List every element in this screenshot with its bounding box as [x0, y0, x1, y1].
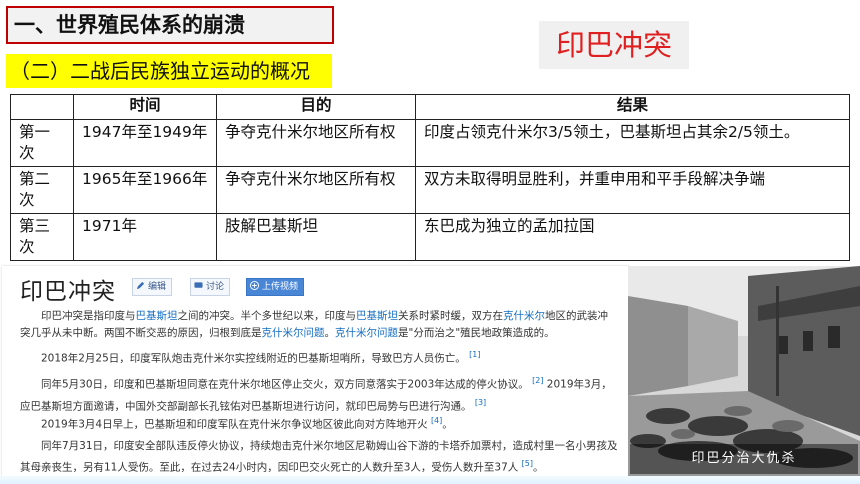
pencil-icon	[136, 281, 145, 290]
column-header-blank	[10, 94, 74, 120]
paragraph-2019-jul: 同年7月31日，印度安全部队违反停火协议，持续炮击克什米尔地区尼勒姆山谷下游的卡…	[20, 438, 618, 477]
row-time: 1971年	[73, 213, 217, 261]
photo-caption: 印巴分治大仇杀	[630, 444, 858, 474]
column-header-result: 结果	[415, 94, 850, 120]
table-header-row: 时间 目的 结果	[10, 94, 850, 120]
paragraph-intro: 印巴冲突是指印度与巴基斯坦之间的冲突。半个多世纪以来，印度与巴基斯坦关系时紧时缓…	[20, 308, 618, 342]
paragraph-2019-mar: 2019年3月4日早上，巴基斯坦和印度军队在克什米尔争议地区彼此向对方阵地开火 …	[20, 412, 618, 434]
text: 2019年3月4日早上，巴基斯坦和印度军队在克什米尔争议地区彼此向对方阵地开火	[41, 418, 428, 431]
row-label: 第一次	[10, 119, 74, 167]
text: 。	[442, 418, 453, 431]
reference-link[interactable]: [2]	[532, 376, 543, 385]
reference-link[interactable]: [1]	[469, 350, 480, 359]
text: 印巴冲突是指印度与	[41, 310, 136, 322]
row-label: 第二次	[10, 166, 74, 214]
banner-title: 印巴冲突	[539, 21, 689, 69]
upload-video-button[interactable]: 上传视频	[246, 278, 305, 296]
upload-label: 上传视频	[262, 282, 299, 292]
row-label: 第三次	[10, 213, 74, 261]
row-time: 1947年至1949年	[73, 119, 217, 167]
text: 同年5月30日，印度和巴基斯坦同意在克什米尔地区停止交火，双方同意落实于2003…	[41, 378, 529, 391]
edit-button[interactable]: 编辑	[132, 278, 173, 296]
conflict-table: 时间 目的 结果 第一次 1947年至1949年 争夺克什米尔地区所有权 印度占…	[10, 94, 850, 261]
link-kashmir-issue[interactable]: 克什米尔问题	[262, 327, 325, 339]
section-title: 一、世界殖民体系的崩溃	[6, 6, 334, 44]
text: 之间的冲突。半个多世纪以来，印度与	[177, 310, 357, 322]
row-time: 1965年至1966年	[73, 166, 217, 214]
reference-link[interactable]: [5]	[522, 459, 533, 468]
row-result: 双方未取得明显胜利，并重申用和平手段解决争端	[415, 166, 850, 214]
row-result: 东巴成为独立的孟加拉国	[415, 213, 850, 261]
plus-circle-icon	[250, 281, 259, 290]
edit-label: 编辑	[148, 282, 167, 292]
subtitle: （二）二战后民族独立运动的概况	[6, 54, 332, 88]
text: 。	[532, 461, 544, 474]
row-goal: 争夺克什米尔地区所有权	[216, 166, 416, 214]
encyclopedia-excerpt: 印巴冲突 编辑 讨论 上传视频 印巴冲突是指印度与巴基斯坦之间的冲突。半个多世纪…	[2, 266, 630, 476]
text: 同年7月31日，印度安全部队违反停火协议，持续炮击克什米尔地区尼勒姆山谷下游的卡…	[20, 440, 618, 474]
paragraph-2018-feb: 2018年2月25日，印度军队炮击克什米尔实控线附近的巴基斯坦哨所，导致巴方人员…	[20, 346, 618, 368]
decorative-band	[0, 476, 860, 484]
text: 是"分而治之"殖民地政策造成的。	[398, 327, 555, 339]
comment-icon	[194, 282, 203, 288]
discuss-label: 讨论	[206, 282, 225, 292]
reference-link[interactable]: [3]	[475, 398, 486, 407]
reference-link[interactable]: [4]	[431, 416, 442, 425]
link-pakistan[interactable]: 巴基斯坦	[356, 310, 398, 322]
row-goal: 肢解巴基斯坦	[216, 213, 416, 261]
link-kashmir-issue[interactable]: 克什米尔问题	[335, 327, 398, 339]
paragraph-2018-may: 同年5月30日，印度和巴基斯坦同意在克什米尔地区停止交火，双方同意落实于2003…	[20, 372, 618, 415]
link-pakistan[interactable]: 巴基斯坦	[136, 310, 178, 322]
table-row: 第一次 1947年至1949年 争夺克什米尔地区所有权 印度占领克什米尔3/5领…	[10, 119, 850, 167]
column-header-time: 时间	[73, 94, 217, 120]
discuss-button[interactable]: 讨论	[190, 278, 231, 296]
text: 。	[324, 327, 336, 339]
table-row: 第二次 1965年至1966年 争夺克什米尔地区所有权 双方未取得明显胜利，并重…	[10, 166, 850, 214]
text: 关系时紧时缓，双方在	[398, 310, 503, 322]
row-goal: 争夺克什米尔地区所有权	[216, 119, 416, 167]
row-result: 印度占领克什米尔3/5领土，巴基斯坦占其余2/5领土。	[415, 119, 850, 167]
column-header-goal: 目的	[216, 94, 416, 120]
article-title: 印巴冲突	[20, 279, 116, 305]
link-kashmir[interactable]: 克什米尔	[503, 310, 545, 322]
table-row: 第三次 1971年 肢解巴基斯坦 东巴成为独立的孟加拉国	[10, 213, 850, 261]
text: 2018年2月25日，印度军队炮击克什米尔实控线附近的巴基斯坦哨所，导致巴方人员…	[41, 352, 466, 365]
